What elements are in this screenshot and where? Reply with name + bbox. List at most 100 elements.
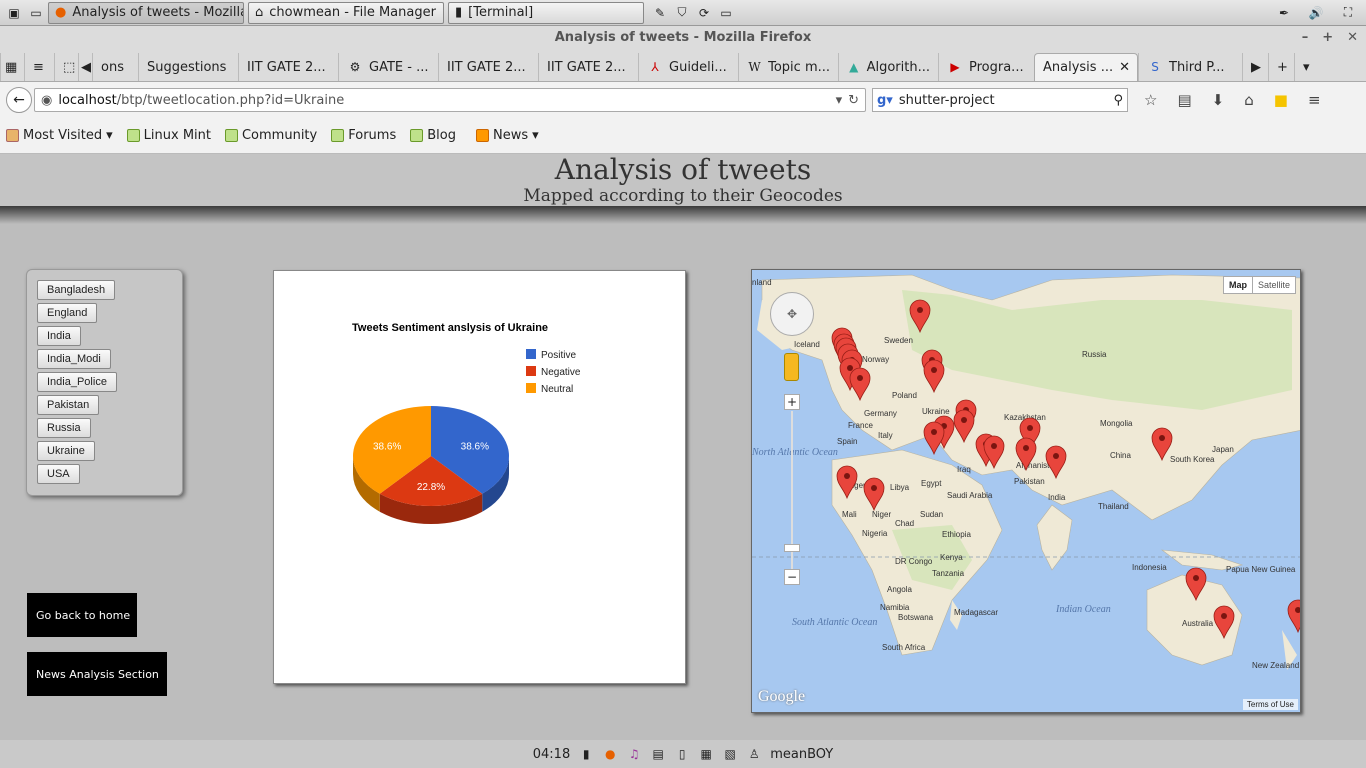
tab-ons[interactable]: ons (92, 53, 138, 81)
zoom-slider-handle[interactable] (784, 544, 800, 552)
chat-icon[interactable]: ♫ (626, 746, 642, 762)
network-icon[interactable]: ⛶ (1340, 5, 1356, 21)
page-title: Analysis of tweets (554, 153, 812, 186)
bookmark-blog[interactable]: Blog (410, 128, 456, 143)
text-editor-icon[interactable]: ▯ (674, 746, 690, 762)
update-icon[interactable]: ⟳ (696, 5, 712, 21)
dropdown-icon[interactable]: ▾ (836, 93, 843, 108)
tab-iit-gate-1[interactable]: IIT GATE 2... (238, 53, 338, 81)
pen-icon[interactable]: ✒ (1276, 5, 1292, 21)
tab-gate[interactable]: ⚙ GATE - ... (338, 53, 438, 81)
pegman-icon[interactable] (784, 353, 799, 381)
scroll-left-icon[interactable]: ◀ (78, 53, 92, 81)
map-label: Namibia (880, 603, 910, 612)
terminal-icon[interactable]: ▮ (578, 746, 594, 762)
search-input[interactable]: shutter-project (899, 93, 995, 108)
terminal-icon: ▮ (455, 5, 463, 20)
map-type-satellite-button[interactable]: Satellite (1251, 277, 1295, 293)
google-search-icon[interactable]: g▾ (877, 93, 893, 108)
bookmark-news[interactable]: News ▾ (475, 128, 539, 143)
tab-analysis[interactable]: Analysis ... ✕ (1034, 53, 1138, 81)
maximize-icon[interactable]: + (1322, 26, 1333, 50)
apps-icon[interactable]: ▦ (0, 53, 24, 81)
home-button[interactable]: Go back to home (27, 593, 137, 637)
url-bar[interactable]: ◉ localhost/btp/tweetlocation.php?id=Ukr… (34, 88, 866, 112)
zoom-out-button[interactable]: − (784, 569, 800, 585)
mint-icon (410, 129, 424, 142)
clipboard-icon[interactable]: ▤ (1177, 91, 1191, 109)
user-icon[interactable]: ♙ (746, 746, 762, 762)
country-button-russia[interactable]: Russia (37, 418, 91, 438)
bookmark-label: Forums (348, 128, 397, 143)
task-terminal[interactable]: ▮ [Terminal] (448, 1, 644, 24)
show-desktop-icon[interactable]: ▭ (28, 5, 44, 21)
sentiment-chart: Tweets Sentiment anslysis of Ukraine 38.… (273, 270, 686, 684)
map-label: Papua New Guinea (1226, 565, 1296, 574)
country-button-bangladesh[interactable]: Bangladesh (37, 280, 116, 300)
download-icon[interactable]: ⬇ (1212, 91, 1225, 109)
bookmark-star-icon[interactable]: ☆ (1144, 91, 1157, 109)
hamburger-menu-icon[interactable]: ≡ (1308, 91, 1321, 109)
pinned-tab-icon[interactable]: ≡ (24, 53, 54, 81)
task-firefox[interactable]: ● Analysis of tweets - Mozilla... (48, 1, 244, 24)
reload-icon[interactable]: ↻ (848, 93, 859, 108)
bookmark-forums[interactable]: Forums (331, 128, 396, 143)
tweet-map[interactable]: nland Iceland Sweden Norway Russia Polan… (751, 269, 1301, 713)
selection-icon[interactable]: ⬚ (54, 53, 78, 81)
terms-link[interactable]: Terms of Use (1242, 699, 1298, 710)
tab-label: IIT GATE 2... (547, 59, 626, 75)
notes-icon[interactable]: ✎ (652, 5, 668, 21)
calculator-icon[interactable]: ▦ (698, 746, 714, 762)
sticky-note-icon[interactable]: ■ (1274, 91, 1288, 109)
news-analysis-button[interactable]: News Analysis Section (27, 652, 167, 696)
search-bar[interactable]: g▾ shutter-project ⚲ (872, 88, 1128, 112)
home-icon[interactable]: ⌂ (1244, 91, 1254, 109)
tab-suggestions[interactable]: Suggestions (138, 53, 238, 81)
scroll-right-icon[interactable]: ▶ (1242, 53, 1268, 81)
mint-icon (224, 129, 238, 142)
country-button-india[interactable]: India (37, 326, 81, 346)
map-label: Chad (895, 519, 914, 528)
tab-algorithms[interactable]: ▲ Algorith... (838, 53, 938, 81)
tab-topic[interactable]: W Topic m... (738, 53, 838, 81)
tab-iit-gate-2[interactable]: IIT GATE 2... (438, 53, 538, 81)
tab-programming[interactable]: ▶ Progra... (938, 53, 1034, 81)
map-label: China (1110, 451, 1131, 460)
tab-list-icon[interactable]: ▾ (1294, 53, 1316, 81)
close-tab-icon[interactable]: ✕ (1119, 60, 1130, 75)
map-label: Thailand (1098, 502, 1129, 511)
tab-guidelines[interactable]: ⅄ Guideli... (638, 53, 738, 81)
clapper-icon[interactable]: ▤ (650, 746, 666, 762)
close-icon[interactable]: ✕ (1347, 26, 1358, 50)
map-label: Saudi Arabia (947, 491, 993, 500)
image-viewer-icon[interactable]: ▧ (722, 746, 738, 762)
bookmark-linux-mint[interactable]: Linux Mint (126, 128, 211, 143)
bookmark-community[interactable]: Community (224, 128, 317, 143)
legend-swatch (526, 383, 536, 393)
country-button-pakistan[interactable]: Pakistan (37, 395, 100, 415)
pan-control[interactable]: ✥ (770, 292, 814, 336)
tab-third-party[interactable]: S Third P... (1138, 53, 1242, 81)
tab-iit-gate-3[interactable]: IIT GATE 2... (538, 53, 638, 81)
search-icon[interactable]: ⚲ (1113, 93, 1123, 108)
battery-icon[interactable]: ▭ (718, 5, 734, 21)
country-button-india-police[interactable]: India_Police (37, 372, 117, 392)
country-button-england[interactable]: England (37, 303, 98, 323)
back-button[interactable]: ← (6, 87, 32, 113)
new-tab-icon[interactable]: + (1268, 53, 1294, 81)
map-type-map-button[interactable]: Map (1223, 277, 1252, 293)
task-label: chowmean - File Manager (269, 5, 436, 20)
shield-icon[interactable]: ⛉ (674, 5, 690, 21)
country-button-ukraine[interactable]: Ukraine (37, 441, 95, 461)
bookmark-most-visited[interactable]: Most Visited ▾ (6, 128, 113, 143)
map-marker-dot (931, 429, 937, 435)
zoom-in-button[interactable]: + (784, 394, 800, 410)
task-file-manager[interactable]: ⌂ chowmean - File Manager (248, 1, 444, 24)
window-titlebar: Analysis of tweets - Mozilla Firefox – +… (0, 26, 1366, 50)
firefox-icon[interactable]: ● (602, 746, 618, 762)
menu-icon[interactable]: ▣ (6, 5, 22, 21)
country-button-india-modi[interactable]: India_Modi (37, 349, 111, 369)
country-button-usa[interactable]: USA (37, 464, 80, 484)
minimize-icon[interactable]: – (1302, 26, 1309, 50)
volume-icon[interactable]: 🔊 (1308, 5, 1324, 21)
